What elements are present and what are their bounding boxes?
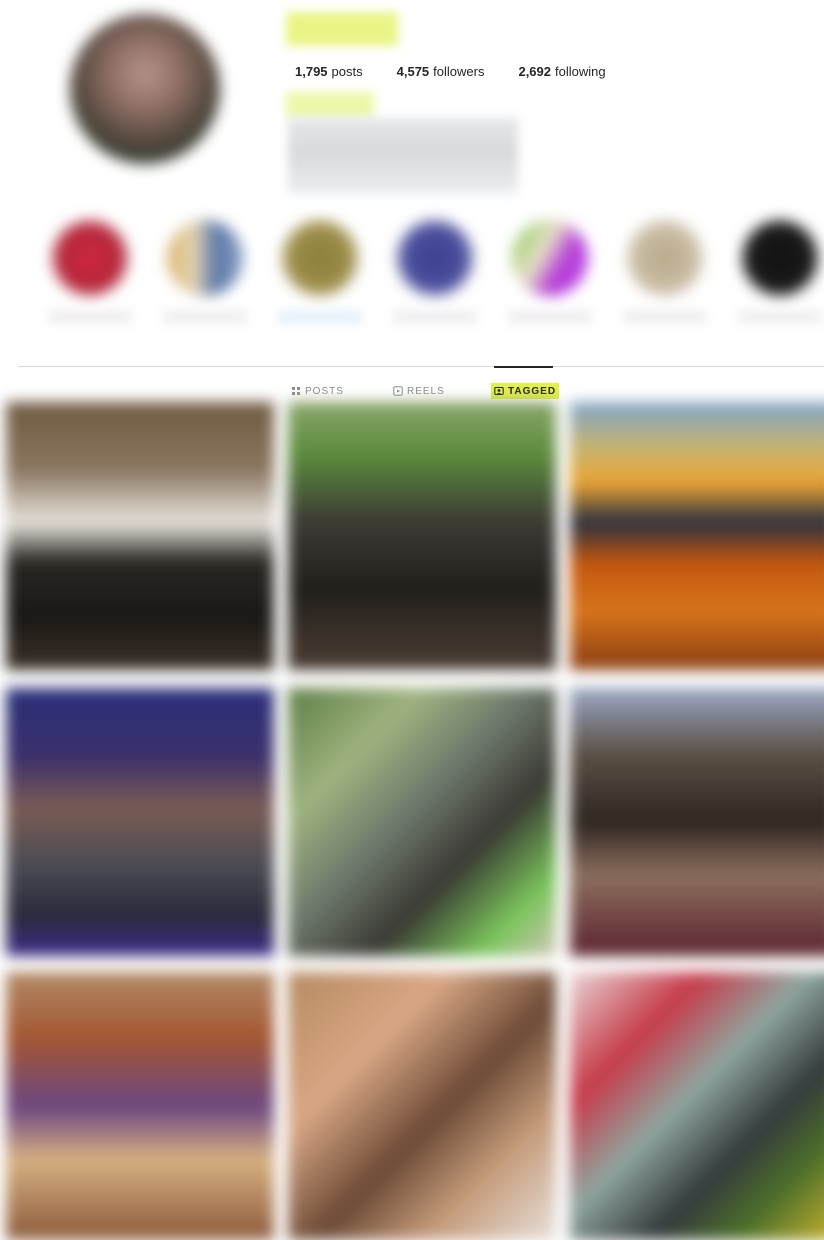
tab-reels[interactable]: REELS: [393, 383, 445, 399]
tab-tagged-label: TAGGED: [508, 385, 557, 397]
highlight-item[interactable]: [619, 210, 711, 330]
username-redacted: [286, 12, 398, 46]
highlight-label-redacted: [393, 310, 477, 324]
tagged-posts-grid: [0, 402, 824, 1240]
highlight-label-redacted: [508, 310, 592, 324]
profile-avatar[interactable]: [70, 14, 220, 164]
highlight-cover: [167, 220, 243, 296]
following-count-value: 2,692: [518, 64, 552, 79]
posts-count-label: posts: [331, 64, 363, 79]
reels-icon: [393, 386, 403, 396]
post-thumbnail[interactable]: [288, 972, 556, 1240]
highlight-label-redacted: [48, 310, 132, 324]
highlight-item[interactable]: [44, 210, 136, 330]
tabs-divider: [18, 366, 824, 367]
post-thumbnail[interactable]: [6, 688, 274, 956]
tagged-icon: [494, 386, 504, 396]
post-thumbnail[interactable]: [570, 688, 824, 956]
highlight-cover: [512, 220, 588, 296]
post-thumbnail[interactable]: [6, 402, 274, 670]
bio-name-redacted: [286, 92, 374, 118]
avatar-image: [70, 14, 220, 164]
posts-count: 1,795 posts: [295, 64, 363, 79]
following-count[interactable]: 2,692 following: [518, 64, 605, 79]
tab-reels-label: REELS: [407, 385, 445, 397]
highlight-item[interactable]: [504, 210, 596, 330]
post-thumbnail[interactable]: [288, 402, 556, 670]
active-tab-indicator: [494, 366, 553, 368]
post-thumbnail[interactable]: [570, 972, 824, 1240]
highlight-item[interactable]: [389, 210, 481, 330]
post-thumbnail[interactable]: [570, 402, 824, 670]
highlight-cover: [742, 220, 818, 296]
highlight-label-redacted: [738, 310, 822, 324]
bio-text-redacted: [288, 118, 518, 194]
highlight-item[interactable]: [274, 210, 366, 330]
followers-count[interactable]: 4,575 followers: [397, 64, 485, 79]
highlight-item[interactable]: [734, 210, 824, 330]
highlight-item[interactable]: [159, 210, 251, 330]
tab-tagged[interactable]: TAGGED: [491, 383, 560, 399]
highlight-label-redacted: [163, 310, 247, 324]
story-highlights: [44, 210, 824, 340]
post-thumbnail[interactable]: [6, 972, 274, 1240]
highlight-cover: [397, 220, 473, 296]
followers-count-label: followers: [433, 64, 485, 79]
highlight-cover: [52, 220, 128, 296]
tab-posts-label: POSTS: [305, 385, 344, 397]
profile-stats: 1,795 posts 4,575 followers 2,692 following: [295, 64, 640, 79]
post-thumbnail[interactable]: [288, 688, 556, 956]
highlight-label-redacted: [623, 310, 707, 324]
highlight-cover: [627, 220, 703, 296]
highlight-cover: [282, 220, 358, 296]
highlight-label-redacted: [278, 310, 362, 324]
grid-icon: [292, 387, 300, 395]
tab-posts[interactable]: POSTS: [291, 383, 344, 399]
posts-count-value: 1,795: [295, 64, 328, 79]
following-count-label: following: [555, 64, 606, 79]
followers-count-value: 4,575: [396, 64, 430, 79]
